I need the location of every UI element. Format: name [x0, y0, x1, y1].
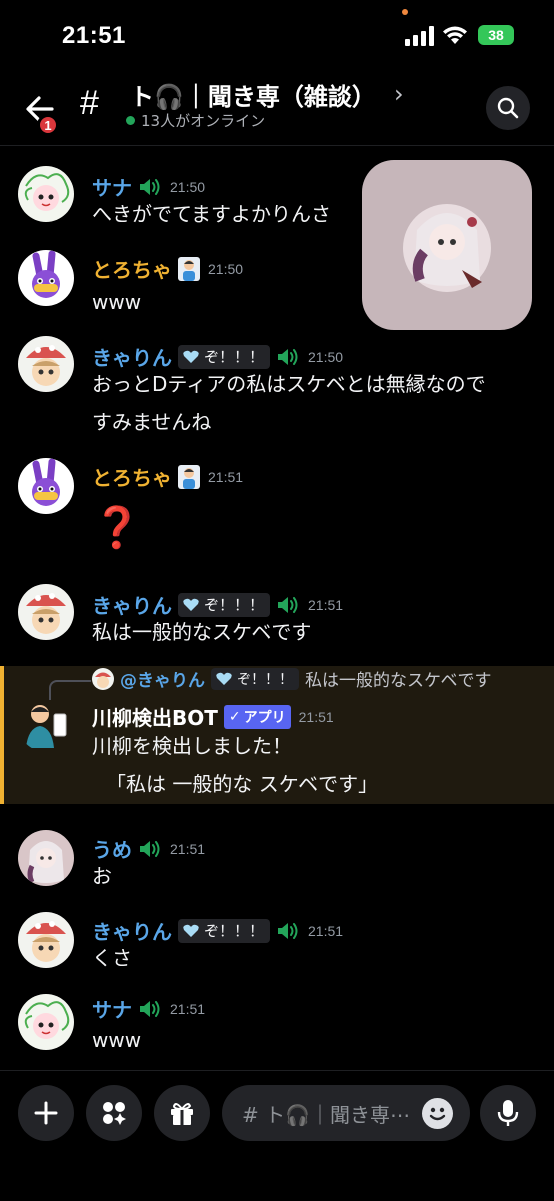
- gift-button[interactable]: [154, 1085, 210, 1141]
- channel-hash-icon: #: [80, 84, 99, 122]
- cellular-signal-icon: [405, 26, 434, 46]
- timestamp: 21:51: [308, 922, 344, 939]
- smiley-icon: [429, 1107, 446, 1121]
- privacy-indicator-dot: [402, 9, 408, 15]
- timestamp: 21:51: [170, 840, 206, 857]
- message-list[interactable]: サナ 21:50 へきがでてますよかりんさ とろちゃ 21:50 www きゃり…: [0, 146, 554, 1070]
- role-tag-text: ぞ！！！: [204, 922, 265, 940]
- avatar[interactable]: [18, 994, 74, 1050]
- voice-message-button[interactable]: [480, 1085, 536, 1141]
- app-badge: ✓ アプリ: [223, 704, 291, 729]
- heart-icon: [183, 924, 199, 937]
- emoji-button[interactable]: [422, 1098, 453, 1129]
- message-input[interactable]: # ト🎧｜聞き専⋯: [222, 1085, 470, 1141]
- attached-image[interactable]: [362, 160, 532, 330]
- role-emoji-icon: [178, 464, 200, 489]
- role-tag: ぞ！！！: [178, 918, 271, 943]
- avatar[interactable]: [18, 830, 74, 886]
- timestamp: 21:50: [170, 178, 206, 195]
- avatar[interactable]: [18, 336, 74, 392]
- username[interactable]: とろちゃ: [92, 462, 172, 491]
- avatar[interactable]: [18, 166, 74, 222]
- timestamp: 21:51: [208, 468, 244, 485]
- apps-button[interactable]: [86, 1085, 142, 1141]
- message-text: www: [92, 1028, 142, 1052]
- reply-reference[interactable]: @きゃりん ぞ！！！ 私は一般的なスケベです: [92, 666, 492, 691]
- timestamp: 21:50: [308, 348, 344, 365]
- status-time: 21:51: [62, 22, 126, 49]
- search-icon: [497, 97, 519, 119]
- timestamp: 21:51: [170, 1000, 206, 1017]
- message-input-placeholder: # ト🎧｜聞き専⋯: [242, 1103, 411, 1127]
- message-text: へきがでてますよかりんさ: [92, 202, 331, 226]
- online-dot-icon: [126, 116, 135, 125]
- bot-text-line-1: 川柳を検出しました！: [92, 734, 292, 758]
- verified-check-icon: ✓: [228, 708, 241, 725]
- microphone-icon: [497, 1100, 519, 1126]
- role-emoji-icon: [178, 256, 200, 281]
- message-text-line-2: すみませんね: [92, 410, 212, 434]
- speaker-icon: [278, 922, 298, 939]
- gift-icon: [171, 1103, 193, 1125]
- app-badge-label: アプリ: [243, 709, 286, 726]
- channel-title[interactable]: ト🎧｜聞き専（雑談）: [130, 77, 376, 112]
- heart-icon: [216, 672, 232, 685]
- battery-level: 38: [488, 27, 504, 43]
- message-text-line-1: おっとDティアの私はスケベとは無縁なので: [92, 372, 486, 396]
- wifi-icon: [443, 26, 467, 44]
- message-header: とろちゃ 21:51: [92, 462, 243, 491]
- online-status: 13人がオンライン: [126, 110, 265, 131]
- avatar[interactable]: [18, 584, 74, 640]
- unread-badge: 1: [37, 114, 59, 136]
- status-bar: 21:51 38: [0, 0, 554, 70]
- message-header: とろちゃ 21:50: [92, 254, 243, 283]
- message-composer: # ト🎧｜聞き専⋯: [0, 1070, 554, 1201]
- message-text: くさ: [92, 946, 132, 970]
- reply-username: @きゃりん: [120, 671, 205, 691]
- message-text: お: [92, 864, 112, 888]
- avatar[interactable]: [18, 912, 74, 968]
- online-count: 13人がオンライン: [141, 112, 266, 130]
- heart-icon: [183, 350, 199, 363]
- heart-icon: [183, 598, 199, 611]
- message-text: 私は一般的なスケベです: [92, 620, 312, 644]
- bot-avatar[interactable]: [18, 696, 74, 752]
- search-button[interactable]: [486, 86, 530, 130]
- anime-character-image: [403, 204, 491, 292]
- apps-icon: [103, 1102, 126, 1125]
- message-text: www: [92, 290, 142, 314]
- message-header: サナ 21:51: [92, 994, 205, 1023]
- reply-avatar: [92, 667, 114, 690]
- timestamp: 21:51: [298, 708, 334, 725]
- timestamp: 21:51: [308, 596, 344, 613]
- username[interactable]: とろちゃ: [92, 254, 172, 283]
- reply-role-tag: ぞ！！！: [211, 667, 299, 690]
- timestamp: 21:50: [208, 260, 244, 277]
- speaker-icon: [140, 840, 160, 857]
- speaker-icon: [140, 1000, 160, 1017]
- question-mark-emoji: ❓: [92, 505, 142, 551]
- avatar[interactable]: [18, 458, 74, 514]
- battery-indicator: 38: [478, 25, 514, 45]
- reply-role-tag-text: ぞ！！！: [237, 671, 293, 688]
- avatar[interactable]: [18, 250, 74, 306]
- username[interactable]: サナ: [92, 994, 132, 1023]
- add-attachment-button[interactable]: [18, 1085, 74, 1141]
- reply-excerpt: 私は一般的なスケベです: [305, 671, 492, 691]
- bot-message-highlighted: @きゃりん ぞ！！！ 私は一般的なスケベです 川柳検出BOT ✓ アプリ 21:5…: [0, 666, 554, 804]
- bot-text-line-2: 「私は 一般的な スケベです」: [106, 772, 379, 796]
- channel-header: 1 # ト🎧｜聞き専（雑談） › 13人がオンライン: [0, 70, 554, 146]
- plus-icon: [34, 1101, 58, 1125]
- chevron-right-icon[interactable]: ›: [394, 80, 404, 108]
